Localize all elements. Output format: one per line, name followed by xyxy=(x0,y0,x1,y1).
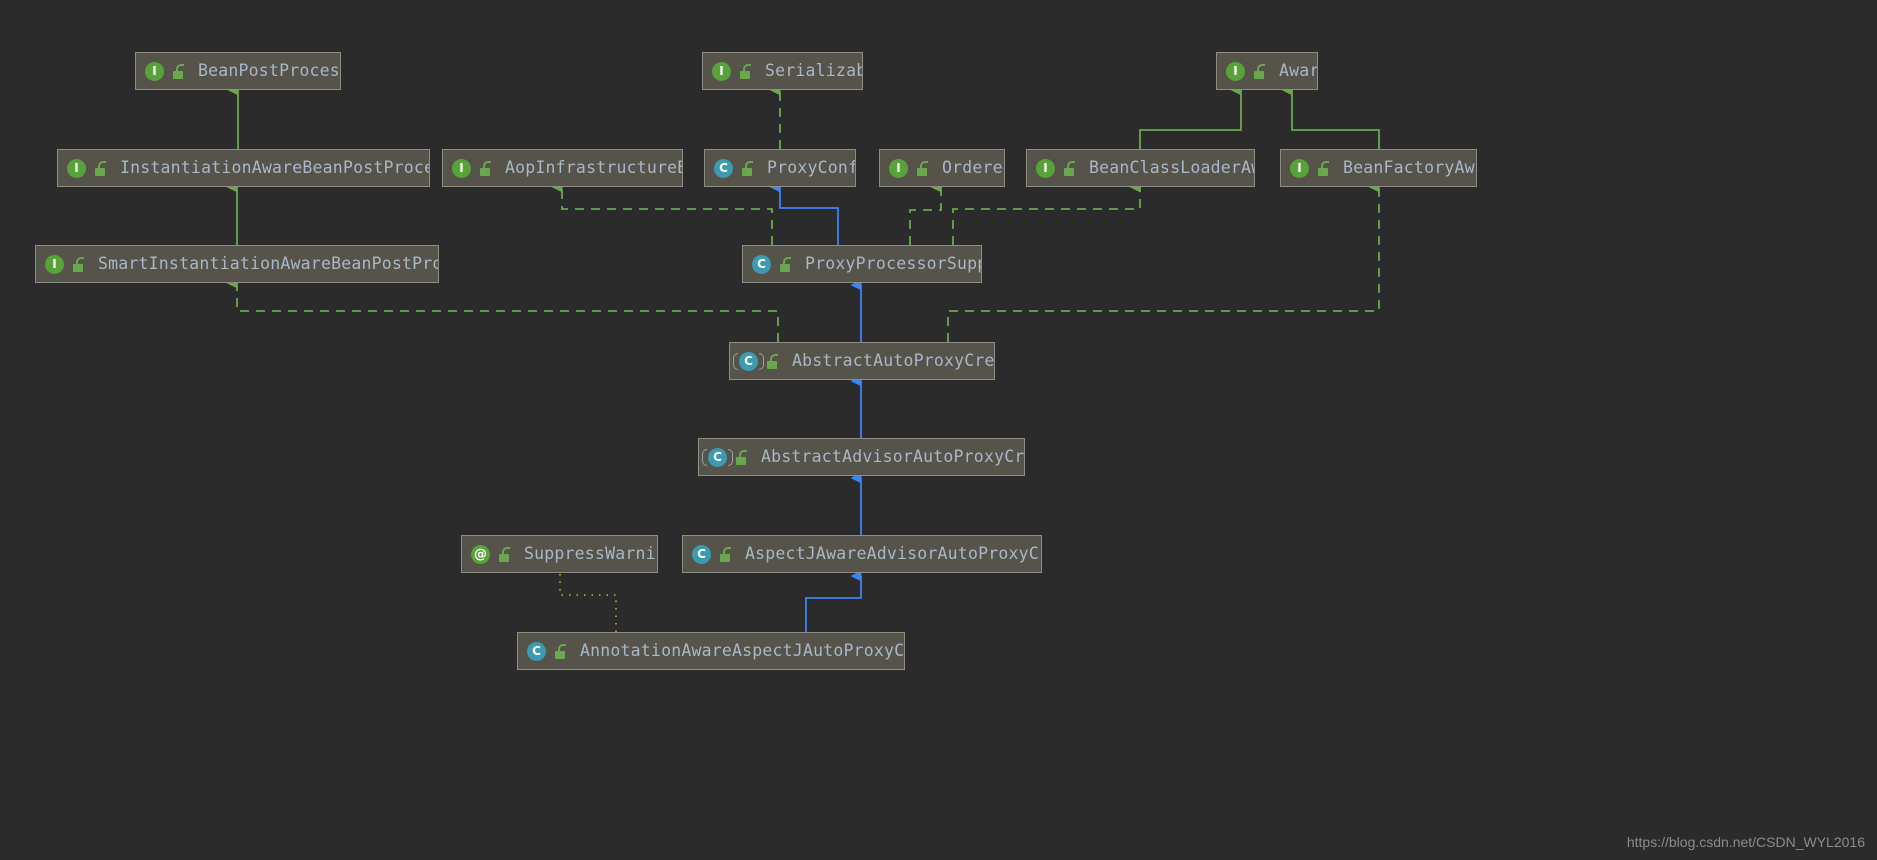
class-node-beanClassLoaderAware[interactable]: I BeanClassLoaderAware xyxy=(1026,149,1255,187)
class-node-abstractAutoProxyCreator[interactable]: C AbstractAutoProxyCreator xyxy=(729,342,995,380)
public-lock-icon xyxy=(498,547,512,562)
watermark: https://blog.csdn.net/CSDN_WYL2016 xyxy=(1627,834,1865,850)
public-lock-icon xyxy=(766,354,780,369)
class-node-label: ProxyConfig xyxy=(767,160,856,177)
class-node-label: Serializable xyxy=(765,63,863,80)
public-lock-icon xyxy=(72,257,86,272)
edge-annotationAwareAspectJAutoProxyCreator-to-suppressWarnings xyxy=(560,573,616,632)
interface-icon: I xyxy=(1036,159,1055,178)
class-node-label: Ordered xyxy=(942,160,1005,177)
class-node-label: SmartInstantiationAwareBeanPostProcessor xyxy=(98,256,439,273)
interface-icon: I xyxy=(67,159,86,178)
public-lock-icon xyxy=(739,64,753,79)
class-node-aspectJAwareAdvisorAutoProxyCreator[interactable]: C AspectJAwareAdvisorAutoProxyCreator xyxy=(682,535,1042,573)
class-node-label: Aware xyxy=(1279,63,1318,80)
edge-annotationAwareAspectJAutoProxyCreator-to-aspectJAwareAdvisorAutoProxyCreator xyxy=(806,576,861,632)
class-node-label: BeanFactoryAware xyxy=(1343,160,1477,177)
public-lock-icon xyxy=(94,161,108,176)
public-lock-icon xyxy=(1063,161,1077,176)
edge-proxyProcessorSupport-to-proxyConfig xyxy=(780,187,838,245)
class-node-aopInfrastructureBean[interactable]: I AopInfrastructureBean xyxy=(442,149,683,187)
public-lock-icon xyxy=(719,547,733,562)
public-lock-icon xyxy=(735,450,749,465)
class-node-instantiationAwareBeanPostProcessor[interactable]: I InstantiationAwareBeanPostProcessor xyxy=(57,149,430,187)
edge-layer xyxy=(0,0,1877,860)
class-node-beanPostProcessor[interactable]: I BeanPostProcessor xyxy=(135,52,341,90)
class-node-ordered[interactable]: I Ordered xyxy=(879,149,1005,187)
public-lock-icon xyxy=(779,257,793,272)
class-node-label: AnnotationAwareAspectJAutoProxyCreator xyxy=(580,643,905,660)
interface-icon: I xyxy=(145,62,164,81)
class-node-annotationAwareAspectJAutoProxyCreator[interactable]: C AnnotationAwareAspectJAutoProxyCreator xyxy=(517,632,905,670)
class-icon: C xyxy=(752,255,771,274)
interface-icon: I xyxy=(452,159,471,178)
class-node-label: AbstractAutoProxyCreator xyxy=(792,353,995,370)
class-node-label: SuppressWarnings xyxy=(524,546,658,563)
class-node-aware[interactable]: I Aware xyxy=(1216,52,1318,90)
class-icon: C xyxy=(714,159,733,178)
edge-abstractAutoProxyCreator-to-smartInstantiationAwareBeanPostProcessor xyxy=(237,283,778,342)
class-icon: C xyxy=(527,642,546,661)
annotation-icon: @ xyxy=(471,545,490,564)
edge-proxyProcessorSupport-to-beanClassLoaderAware xyxy=(953,187,1140,245)
class-node-abstractAdvisorAutoProxyCreator[interactable]: C AbstractAdvisorAutoProxyCreator xyxy=(698,438,1025,476)
public-lock-icon xyxy=(479,161,493,176)
edge-proxyProcessorSupport-to-aopInfrastructureBean xyxy=(562,187,772,245)
class-node-proxyProcessorSupport[interactable]: C ProxyProcessorSupport xyxy=(742,245,982,283)
class-node-label: AspectJAwareAdvisorAutoProxyCreator xyxy=(745,546,1042,563)
interface-icon: I xyxy=(45,255,64,274)
public-lock-icon xyxy=(554,644,568,659)
class-node-smartInstantiationAwareBeanPostProcessor[interactable]: I SmartInstantiationAwareBeanPostProcesso… xyxy=(35,245,439,283)
interface-icon: I xyxy=(1290,159,1309,178)
edge-beanFactoryAware-to-aware xyxy=(1292,90,1379,149)
class-node-proxyConfig[interactable]: C ProxyConfig xyxy=(704,149,856,187)
public-lock-icon xyxy=(741,161,755,176)
class-diagram-canvas[interactable]: I BeanPostProcessor I Serializable I Aware I In… xyxy=(0,0,1877,860)
class-node-label: InstantiationAwareBeanPostProcessor xyxy=(120,160,430,177)
class-node-serializable[interactable]: I Serializable xyxy=(702,52,863,90)
class-node-beanFactoryAware[interactable]: I BeanFactoryAware xyxy=(1280,149,1477,187)
public-lock-icon xyxy=(916,161,930,176)
class-node-label: BeanClassLoaderAware xyxy=(1089,160,1255,177)
interface-icon: I xyxy=(712,62,731,81)
class-node-label: AopInfrastructureBean xyxy=(505,160,683,177)
public-lock-icon xyxy=(1253,64,1267,79)
class-icon: C xyxy=(692,545,711,564)
public-lock-icon xyxy=(172,64,186,79)
abstract-class-icon: C xyxy=(708,448,727,467)
edge-beanClassLoaderAware-to-aware xyxy=(1140,90,1241,149)
interface-icon: I xyxy=(889,159,908,178)
class-node-label: BeanPostProcessor xyxy=(198,63,341,80)
interface-icon: I xyxy=(1226,62,1245,81)
class-node-label: ProxyProcessorSupport xyxy=(805,256,982,273)
class-node-label: AbstractAdvisorAutoProxyCreator xyxy=(761,449,1025,466)
edge-proxyProcessorSupport-to-ordered xyxy=(910,187,941,245)
abstract-class-icon: C xyxy=(739,352,758,371)
class-node-suppressWarnings[interactable]: @ SuppressWarnings xyxy=(461,535,658,573)
public-lock-icon xyxy=(1317,161,1331,176)
edge-abstractAutoProxyCreator-to-beanFactoryAware xyxy=(948,187,1379,342)
